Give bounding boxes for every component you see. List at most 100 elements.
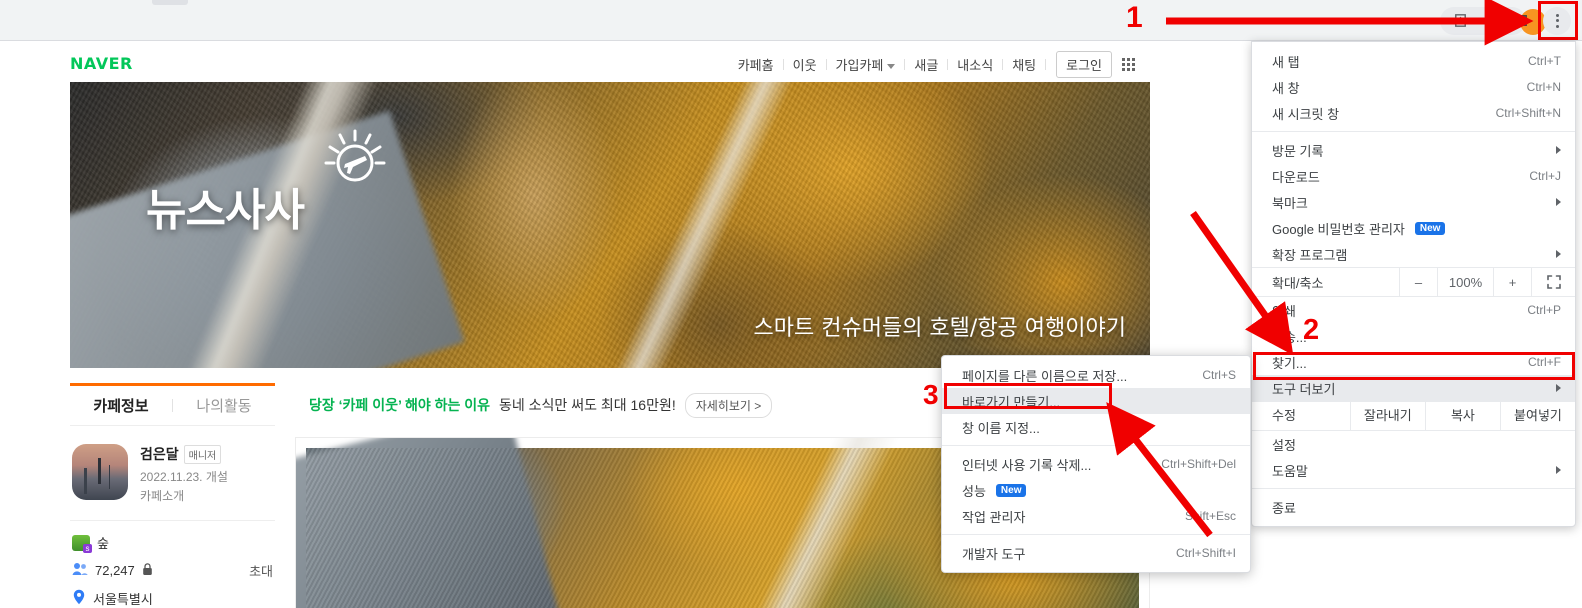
- menu-item-history[interactable]: 방문 기록: [1252, 137, 1575, 163]
- menu-item-more-tools[interactable]: 도구 더보기: [1252, 375, 1575, 401]
- submenu-item-save-page-as[interactable]: 페이지를 다른 이름으로 저장... Ctrl+S: [942, 362, 1250, 388]
- cafe-intro-link[interactable]: 카페소개: [140, 487, 228, 504]
- side-panel-icon[interactable]: [1506, 7, 1534, 35]
- submenu-item-label: 인터넷 사용 기록 삭제...: [962, 457, 1092, 473]
- toolbar-icons: [1446, 0, 1574, 41]
- submenu-item-accel: Shift+Esc: [1184, 509, 1236, 523]
- menu-item-accel: Ctrl+T: [1528, 54, 1561, 68]
- photo-water-decor: [296, 438, 563, 608]
- menu-item-label: 확장 프로그램: [1272, 247, 1348, 263]
- zoom-in-button[interactable]: +: [1493, 267, 1531, 297]
- submenu-separator: [942, 534, 1250, 535]
- cafe-meta: 숲 72,247 초대 서울특별시: [70, 521, 275, 608]
- login-button[interactable]: 로그인: [1056, 51, 1112, 78]
- cafe-member-row: 72,247 초대: [72, 561, 273, 580]
- naver-logo[interactable]: NAVER: [70, 54, 133, 73]
- install-icon[interactable]: [1446, 7, 1474, 35]
- menu-item-bookmarks[interactable]: 북마크: [1252, 189, 1575, 215]
- menu-item-accel: Ctrl+J: [1529, 169, 1561, 183]
- nav-item-my-news[interactable]: 내소식: [948, 55, 1002, 74]
- submenu-item-task-manager[interactable]: 작업 관리자 Shift+Esc: [942, 503, 1250, 529]
- promo-headline: 당장 ‘카페 이웃’ 해야 하는 이유: [309, 397, 491, 413]
- menu-item-password-manager[interactable]: Google 비밀번호 관리자 New: [1252, 215, 1575, 241]
- promo-more-button[interactable]: 자세히보기 >: [684, 392, 773, 418]
- menu-item-accel: Ctrl+F: [1528, 355, 1561, 369]
- cafe-location-row: 서울특별시: [72, 589, 273, 608]
- submenu-item-create-shortcut[interactable]: 바로가기 만들기...: [942, 388, 1250, 414]
- menu-item-label: 다운로드: [1272, 169, 1320, 185]
- zoom-level-value: 100%: [1437, 267, 1493, 297]
- menu-item-label: 북마크: [1272, 195, 1308, 211]
- profile-name-row: 검은달 매니저: [140, 444, 228, 464]
- tab-strip-nub: [152, 0, 188, 5]
- naver-top-nav: 카페홈 이웃 가입카페 새글 내소식 채팅 로그인: [729, 51, 1135, 78]
- browser-toolbar: [0, 0, 1582, 41]
- avatar[interactable]: [72, 444, 128, 500]
- submenu-item-performance[interactable]: 성능 New: [942, 477, 1250, 503]
- menu-item-label: 찾기...: [1272, 355, 1307, 371]
- three-dot-menu-icon: [1543, 6, 1571, 35]
- bookmark-star-icon[interactable]: [1476, 7, 1504, 35]
- menu-item-accel: Ctrl+Shift+N: [1495, 106, 1561, 120]
- submenu-item-clear-browsing-data[interactable]: 인터넷 사용 기록 삭제... Ctrl+Shift+Del: [942, 451, 1250, 477]
- menu-item-new-tab[interactable]: 새 탭 Ctrl+T: [1252, 48, 1575, 74]
- menu-item-settings[interactable]: 설정: [1252, 431, 1575, 457]
- submenu-item-label: 개발자 도구: [962, 546, 1026, 562]
- submenu-item-accel: Ctrl+Shift+Del: [1161, 457, 1236, 471]
- invite-link[interactable]: 초대: [249, 561, 273, 580]
- tab-cafe-info[interactable]: 카페정보: [70, 395, 172, 416]
- menu-zoom-row: 확대/축소 – 100% +: [1252, 267, 1575, 297]
- cafe-open-date: 2022.11.23. 개설: [140, 470, 228, 484]
- menu-item-label: 방문 기록: [1272, 143, 1324, 159]
- chevron-right-icon: [1556, 146, 1561, 154]
- three-dot-menu-button[interactable]: [1540, 4, 1574, 38]
- menu-item-accel: Ctrl+P: [1527, 303, 1561, 317]
- zoom-out-button[interactable]: –: [1399, 267, 1437, 297]
- menu-item-help[interactable]: 도움말: [1252, 457, 1575, 483]
- menu-item-new-incognito-window[interactable]: 새 시크릿 창 Ctrl+Shift+N: [1252, 100, 1575, 126]
- new-badge: New: [1414, 221, 1446, 235]
- menu-item-exit[interactable]: 종료: [1252, 494, 1575, 520]
- apps-grid-icon[interactable]: [1122, 58, 1135, 71]
- fullscreen-icon[interactable]: [1531, 267, 1575, 297]
- chevron-right-icon: [1556, 466, 1561, 474]
- hero-title: 뉴스사사: [146, 185, 305, 236]
- promo-body: 동네 소식만 써도 최대 16만원!: [499, 397, 676, 413]
- zoom-controls: – 100% +: [1399, 267, 1575, 297]
- nav-item-cafe-home[interactable]: 카페홈: [729, 55, 783, 74]
- submenu-item-label: 창 이름 지정...: [962, 420, 1040, 436]
- nav-item-neighbor[interactable]: 이웃: [784, 55, 826, 74]
- annotation-number-3: 3: [923, 379, 939, 410]
- submenu-item-developer-tools[interactable]: 개발자 도구 Ctrl+Shift+I: [942, 540, 1250, 566]
- cafe-rank-label: 숲: [97, 536, 109, 551]
- profile-name[interactable]: 검은달: [140, 444, 179, 464]
- paste-button[interactable]: 붙여넣기: [1499, 401, 1575, 431]
- menu-item-downloads[interactable]: 다운로드 Ctrl+J: [1252, 163, 1575, 189]
- menu-item-label: 도움말: [1272, 463, 1308, 479]
- menu-item-print[interactable]: 인쇄 Ctrl+P: [1252, 297, 1575, 323]
- cut-button[interactable]: 잘라내기: [1349, 401, 1425, 431]
- submenu-item-name-window[interactable]: 창 이름 지정...: [942, 414, 1250, 440]
- chevron-right-icon: [1556, 198, 1561, 206]
- tab-my-activity[interactable]: 나의활동: [173, 395, 275, 416]
- nav-item-chat[interactable]: 채팅: [1003, 55, 1045, 74]
- photo-road-decor: [719, 438, 902, 608]
- nav-item-joined-cafe[interactable]: 가입카페: [827, 55, 905, 74]
- nav-item-new-posts[interactable]: 새글: [905, 55, 947, 74]
- submenu-item-label: 바로가기 만들기...: [962, 394, 1061, 410]
- submenu-item-accel: Ctrl+Shift+I: [1175, 546, 1236, 560]
- cafe-rank-row: 숲: [72, 533, 273, 553]
- chevron-down-icon: [887, 64, 896, 70]
- menu-item-find[interactable]: 찾기... Ctrl+F: [1252, 349, 1575, 375]
- annotation-number-2: 2: [1303, 314, 1320, 346]
- menu-item-new-window[interactable]: 새 창 Ctrl+N: [1252, 74, 1575, 100]
- screen-root: NAVER 카페홈 이웃 가입카페 새글 내소식 채팅 로그인 뉴스사사 스마트…: [0, 0, 1582, 608]
- edit-label: 수정: [1272, 408, 1296, 423]
- menu-item-cast[interactable]: 전송...: [1252, 323, 1575, 349]
- cafe-hero-banner[interactable]: 뉴스사사 스마트 컨슈머들의 호텔/항공 여행이야기: [70, 82, 1150, 368]
- menu-item-extensions[interactable]: 확장 프로그램: [1252, 241, 1575, 267]
- annotation-number-1: 1: [1126, 1, 1143, 34]
- manager-badge: 매니저: [183, 444, 222, 464]
- location-pin-icon: [72, 589, 86, 608]
- copy-button[interactable]: 복사: [1424, 401, 1500, 431]
